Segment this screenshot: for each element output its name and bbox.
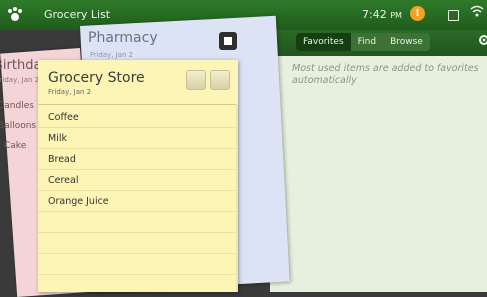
favorites-hint: Most used items are added to favorites a… — [292, 63, 479, 86]
app-logo-icon[interactable] — [6, 6, 24, 24]
divider — [38, 148, 238, 149]
list-item[interactable]: Bread — [48, 154, 76, 165]
divider — [38, 211, 238, 212]
sd-card-icon — [448, 10, 459, 21]
divider — [38, 232, 238, 233]
notification-icon[interactable]: ! — [410, 6, 425, 21]
wifi-icon — [470, 5, 484, 17]
trash-icon[interactable] — [210, 70, 230, 90]
note-pharmacy-date: Friday, Jan 2 — [90, 51, 134, 59]
tab-find[interactable]: Find — [351, 33, 383, 51]
divider — [38, 274, 238, 275]
divider — [38, 253, 238, 254]
clock-suffix: PM — [390, 11, 402, 20]
note-birthday-date: Friday, Jan 2 — [0, 76, 40, 84]
note-pharmacy-title: Pharmacy — [88, 30, 158, 46]
divider — [38, 190, 238, 191]
divider — [236, 104, 238, 292]
list-item: Candles — [0, 101, 34, 111]
divider — [38, 127, 238, 128]
list-item[interactable]: Coffee — [48, 112, 79, 123]
list-item[interactable]: Cereal — [48, 175, 78, 186]
note-date: Friday, Jan 2 — [48, 88, 92, 96]
list-item[interactable]: Milk — [48, 133, 67, 144]
new-note-icon[interactable] — [219, 32, 237, 50]
tab-group: Favorites Find Browse — [296, 33, 430, 51]
settings-icon[interactable] — [478, 34, 487, 46]
divider — [38, 104, 238, 105]
list-item: Cake — [4, 141, 27, 151]
note-title: Grocery Store — [48, 70, 145, 86]
app-title: Grocery List — [44, 8, 111, 21]
list-item[interactable]: Orange Juice — [48, 196, 109, 207]
clock-time: 7:42 — [362, 8, 387, 21]
tab-browse[interactable]: Browse — [383, 33, 430, 51]
email-icon[interactable] — [186, 70, 206, 90]
divider — [38, 169, 238, 170]
tab-favorites[interactable]: Favorites — [296, 33, 351, 51]
clock: 7:42 PM — [362, 8, 402, 21]
list-item: Balloons — [0, 121, 37, 131]
